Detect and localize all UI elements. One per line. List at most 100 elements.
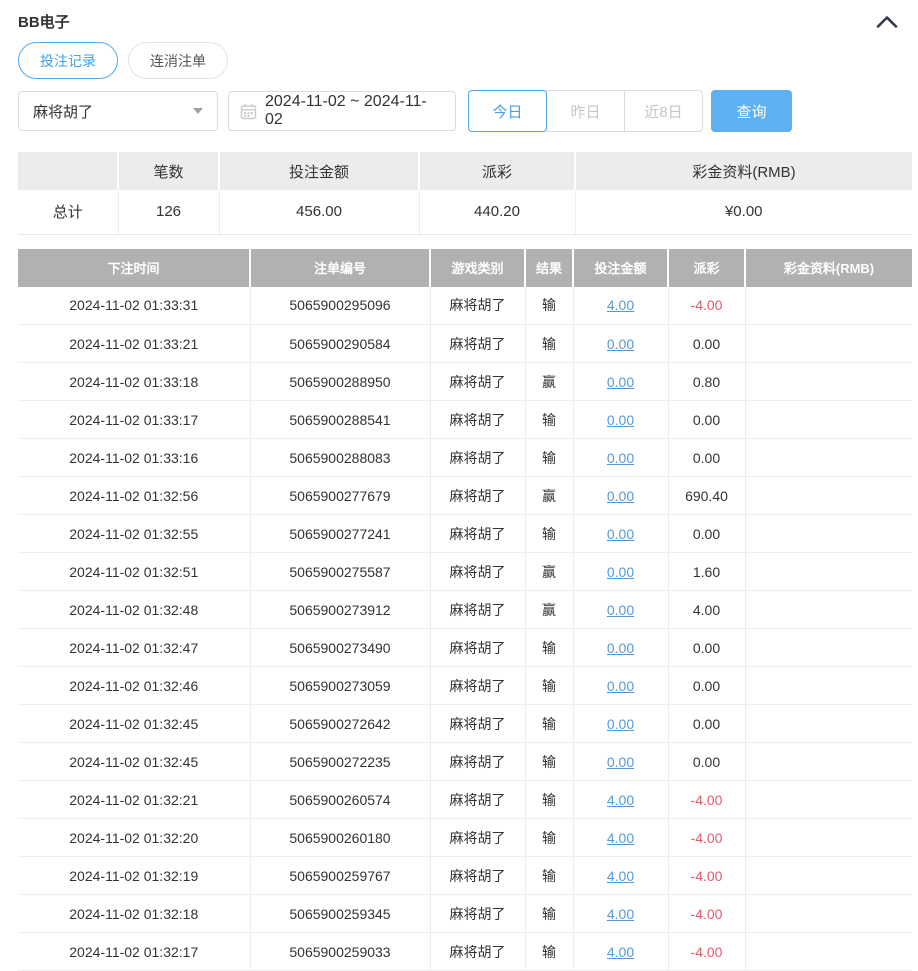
range-last8days-button[interactable]: 近8日: [624, 90, 703, 132]
query-button[interactable]: 查询: [711, 90, 792, 132]
bonus-cell: [745, 895, 912, 933]
bonus-cell: [745, 857, 912, 895]
bet-amount-link[interactable]: 0.00: [607, 754, 634, 770]
bet-amount-link[interactable]: 4.00: [607, 944, 634, 960]
result-cell: 输: [525, 515, 573, 553]
record-type-tabs: 投注记录 连消注单: [18, 42, 900, 79]
order-number-cell: 5065900273059: [250, 667, 430, 705]
bet-time-cell: 2024-11-02 01:33:31: [18, 287, 250, 325]
summary-col-payout: 派彩: [419, 152, 575, 190]
game-type-cell: 麻将胡了: [430, 705, 525, 743]
bet-amount-cell: 0.00: [573, 477, 668, 515]
tab-bet-records[interactable]: 投注记录: [18, 42, 118, 79]
summary-total-label: 总计: [18, 190, 118, 234]
bet-time-cell: 2024-11-02 01:32:19: [18, 857, 250, 895]
payout-cell: -4.00: [668, 819, 745, 857]
game-type-cell: 麻将胡了: [430, 857, 525, 895]
date-range-input[interactable]: 2024-11-02 ~ 2024-11-02: [228, 91, 456, 131]
table-row: 2024-11-02 01:32:18 5065900259345 麻将胡了 输…: [18, 895, 912, 933]
game-type-cell: 麻将胡了: [430, 933, 525, 971]
payout-cell: 0.00: [668, 401, 745, 439]
bet-amount-cell: 0.00: [573, 515, 668, 553]
calendar-icon: [240, 103, 257, 120]
game-type-cell: 麻将胡了: [430, 819, 525, 857]
bet-time-cell: 2024-11-02 01:32:46: [18, 667, 250, 705]
payout-cell: 0.00: [668, 439, 745, 477]
range-today-button[interactable]: 今日: [468, 90, 547, 132]
order-number-cell: 5065900295096: [250, 287, 430, 325]
bet-amount-link[interactable]: 0.00: [607, 374, 634, 390]
summary-col-bonus: 彩金资料(RMB): [575, 152, 912, 190]
bet-amount-link[interactable]: 0.00: [607, 526, 634, 542]
summary-col-blank: [18, 152, 118, 190]
game-type-cell: 麻将胡了: [430, 515, 525, 553]
bet-amount-link[interactable]: 0.00: [607, 716, 634, 732]
bet-amount-link[interactable]: 0.00: [607, 450, 634, 466]
result-cell: 输: [525, 439, 573, 477]
payout-cell: 1.60: [668, 553, 745, 591]
result-cell: 输: [525, 667, 573, 705]
order-number-cell: 5065900273490: [250, 629, 430, 667]
bet-amount-cell: 4.00: [573, 895, 668, 933]
bet-amount-link[interactable]: 4.00: [607, 830, 634, 846]
bet-amount-cell: 4.00: [573, 287, 668, 325]
summary-col-bet-amount: 投注金额: [219, 152, 419, 190]
bet-amount-link[interactable]: 0.00: [607, 602, 634, 618]
payout-cell: 0.00: [668, 325, 745, 363]
game-select[interactable]: 麻将胡了: [18, 91, 218, 131]
bet-amount-cell: 0.00: [573, 705, 668, 743]
bet-time-cell: 2024-11-02 01:33:17: [18, 401, 250, 439]
result-cell: 输: [525, 933, 573, 971]
bet-amount-link[interactable]: 0.00: [607, 336, 634, 352]
bet-amount-cell: 0.00: [573, 743, 668, 781]
game-type-cell: 麻将胡了: [430, 325, 525, 363]
order-number-cell: 5065900260180: [250, 819, 430, 857]
result-cell: 输: [525, 857, 573, 895]
bonus-cell: [745, 401, 912, 439]
records-col-time: 下注时间: [18, 249, 250, 287]
table-row: 2024-11-02 01:32:55 5065900277241 麻将胡了 输…: [18, 515, 912, 553]
order-number-cell: 5065900275587: [250, 553, 430, 591]
table-row: 2024-11-02 01:33:18 5065900288950 麻将胡了 赢…: [18, 363, 912, 401]
summary-total-bet-amount: 456.00: [219, 190, 419, 234]
records-col-result: 结果: [525, 249, 573, 287]
bet-amount-link[interactable]: 4.00: [607, 906, 634, 922]
chevron-up-icon: [876, 17, 898, 32]
bet-time-cell: 2024-11-02 01:32:55: [18, 515, 250, 553]
bet-amount-link[interactable]: 0.00: [607, 488, 634, 504]
table-row: 2024-11-02 01:33:16 5065900288083 麻将胡了 输…: [18, 439, 912, 477]
payout-cell: -4.00: [668, 895, 745, 933]
bet-amount-link[interactable]: 0.00: [607, 678, 634, 694]
game-type-cell: 麻将胡了: [430, 439, 525, 477]
range-yesterday-button[interactable]: 昨日: [546, 90, 625, 132]
bet-amount-cell: 0.00: [573, 629, 668, 667]
bonus-cell: [745, 781, 912, 819]
table-row: 2024-11-02 01:32:17 5065900259033 麻将胡了 输…: [18, 933, 912, 971]
result-cell: 输: [525, 629, 573, 667]
bet-time-cell: 2024-11-02 01:33:21: [18, 325, 250, 363]
result-cell: 输: [525, 819, 573, 857]
bet-amount-link[interactable]: 0.00: [607, 640, 634, 656]
result-cell: 输: [525, 895, 573, 933]
order-number-cell: 5065900273912: [250, 591, 430, 629]
bonus-cell: [745, 819, 912, 857]
order-number-cell: 5065900260574: [250, 781, 430, 819]
bet-amount-link[interactable]: 0.00: [607, 564, 634, 580]
tab-cancelled-orders[interactable]: 连消注单: [128, 42, 228, 79]
page-title: BB电子: [18, 11, 70, 32]
bet-amount-cell: 0.00: [573, 667, 668, 705]
order-number-cell: 5065900288950: [250, 363, 430, 401]
bet-amount-link[interactable]: 4.00: [607, 792, 634, 808]
records-col-order: 注单编号: [250, 249, 430, 287]
bet-amount-cell: 4.00: [573, 857, 668, 895]
bet-amount-link[interactable]: 0.00: [607, 412, 634, 428]
records-col-payout: 派彩: [668, 249, 745, 287]
table-row: 2024-11-02 01:32:56 5065900277679 麻将胡了 赢…: [18, 477, 912, 515]
bet-amount-link[interactable]: 4.00: [607, 297, 634, 313]
bet-amount-link[interactable]: 4.00: [607, 868, 634, 884]
panel-header: BB电子: [18, 0, 900, 30]
summary-col-count: 笔数: [118, 152, 219, 190]
table-row: 2024-11-02 01:32:47 5065900273490 麻将胡了 输…: [18, 629, 912, 667]
bet-time-cell: 2024-11-02 01:32:56: [18, 477, 250, 515]
collapse-panel-button[interactable]: [874, 12, 900, 31]
